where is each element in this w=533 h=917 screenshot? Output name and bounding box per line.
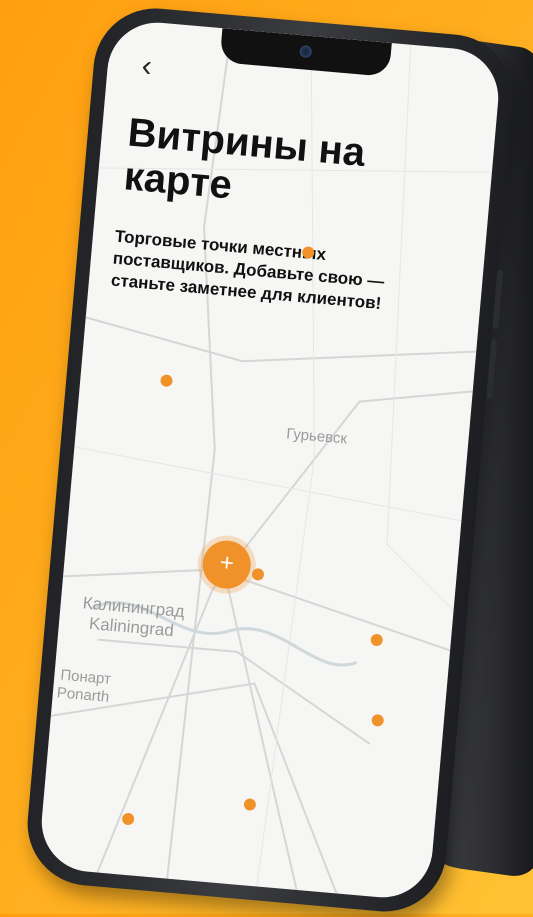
phone-device: ‹ Витрины на карте Торговые точки местны… [22,3,518,917]
front-camera [299,45,313,59]
app-screen: ‹ Витрины на карте Торговые точки местны… [37,18,503,902]
